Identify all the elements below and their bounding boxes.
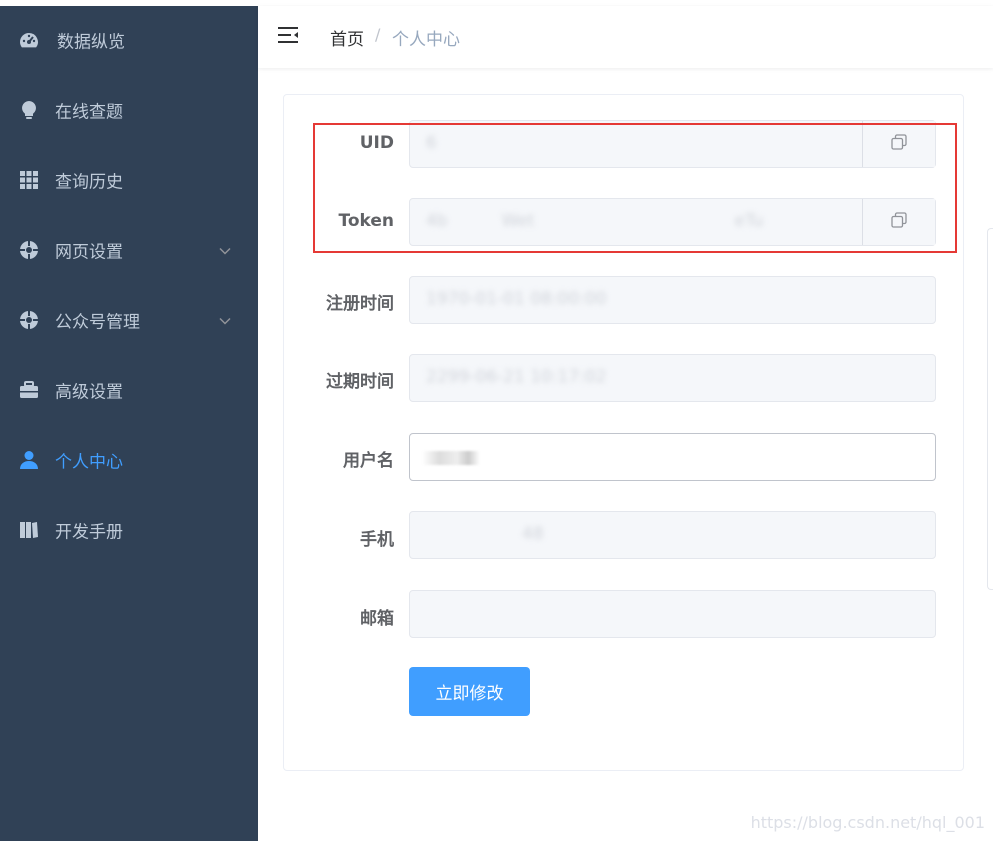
copy-icon: [891, 212, 907, 232]
username-redacted: [422, 451, 480, 465]
phone-label: 手机: [360, 530, 394, 550]
breadcrumb-home[interactable]: 首页: [330, 25, 364, 50]
copy-uid-button[interactable]: [862, 121, 935, 167]
top-navbar: 首页 / 个人中心: [258, 6, 993, 68]
email-label: 邮箱: [360, 609, 394, 629]
sidebar-item-label: 个人中心: [55, 452, 123, 473]
email-field[interactable]: [409, 590, 936, 638]
token-field[interactable]: 4b Wet eTu: [409, 198, 936, 246]
sidebar-item-label: 公众号管理: [55, 312, 140, 333]
watermark: https://blog.csdn.net/hql_001: [750, 813, 985, 832]
book-icon: [19, 520, 39, 540]
chevron-down-icon: [219, 311, 231, 330]
user-icon: [19, 450, 39, 470]
sidebar-item-label: 开发手册: [55, 522, 123, 543]
sidebar-item-label: 查询历史: [55, 172, 123, 193]
grid-icon: [19, 170, 39, 190]
token-label: Token: [338, 211, 395, 231]
username-label: 用户名: [343, 451, 394, 471]
sidebar-item-official-account[interactable]: 公众号管理: [0, 292, 258, 348]
expire-time-label: 过期时间: [326, 372, 394, 392]
phone-field: 48: [409, 511, 936, 559]
token-value: 4b Wet eTu: [426, 211, 764, 231]
breadcrumb-current: 个人中心: [392, 30, 460, 50]
breadcrumb-separator: /: [375, 25, 381, 44]
register-time-field: 1970-01-01 08:00:00: [409, 276, 936, 324]
sidebar-item-query-history[interactable]: 查询历史: [0, 152, 258, 208]
sidebar-item-dashboard[interactable]: 数据纵览: [0, 12, 258, 68]
chevron-down-icon: [219, 241, 231, 260]
side-panel-edge: [987, 228, 993, 590]
uid-field[interactable]: 6: [409, 120, 936, 168]
sidebar-item-personal-center[interactable]: 个人中心: [0, 432, 258, 488]
sidebar-item-online-search[interactable]: 在线查题: [0, 82, 258, 138]
submit-button[interactable]: 立即修改: [409, 667, 530, 716]
lightbulb-icon: [19, 100, 39, 120]
dashboard-icon: [19, 30, 39, 50]
copy-icon: [891, 134, 907, 154]
sidebar-item-label: 数据纵览: [57, 32, 125, 53]
copy-token-button[interactable]: [862, 199, 935, 245]
sidebar-item-web-settings[interactable]: 网页设置: [0, 222, 258, 278]
expire-time-field: 2299-06-21 10:17:02: [409, 354, 936, 402]
sidebar-item-label: 在线查题: [55, 102, 123, 123]
expire-time-value: 2299-06-21 10:17:02: [426, 367, 607, 387]
sidebar-item-dev-manual[interactable]: 开发手册: [0, 502, 258, 558]
briefcase-icon: [19, 380, 39, 400]
sidebar-item-advanced-settings[interactable]: 高级设置: [0, 362, 258, 418]
sidebar-item-label: 网页设置: [55, 242, 123, 263]
register-time-label: 注册时间: [326, 294, 394, 314]
uid-label: UID: [359, 133, 394, 153]
sidebar-item-label: 高级设置: [55, 382, 123, 403]
settings-circle-icon: [19, 310, 39, 330]
phone-value: 48: [522, 524, 544, 544]
register-time-value: 1970-01-01 08:00:00: [426, 289, 607, 309]
settings-circle-icon: [19, 240, 39, 260]
uid-value: 6: [426, 133, 437, 153]
username-input[interactable]: [409, 433, 936, 481]
sidebar: 数据纵览 在线查题 查询历史 网页设置 公众号管理 高级设置 个人中心 开发手册: [0, 6, 258, 841]
hamburger-icon[interactable]: [278, 26, 300, 46]
